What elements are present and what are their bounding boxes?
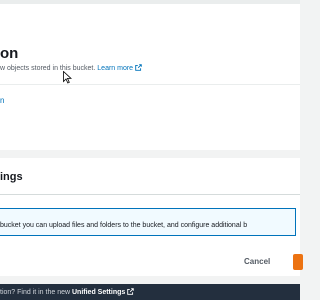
- external-link-icon: [135, 64, 142, 71]
- panel-top-rule: [0, 0, 300, 4]
- blue-link-fragment[interactable]: n: [0, 96, 4, 106]
- description-text: w objects stored in this bucket.: [0, 65, 96, 72]
- mouse-cursor-icon: [63, 71, 72, 84]
- section-title: on: [0, 45, 19, 62]
- bucket-settings-panel: [0, 0, 300, 150]
- primary-action-button[interactable]: [293, 254, 303, 270]
- cancel-button[interactable]: Cancel: [244, 257, 270, 267]
- learn-more-label: Learn more: [97, 65, 134, 72]
- footer-prompt-text: tion? Find it in the new: [0, 289, 71, 296]
- upload-divider: [0, 194, 300, 195]
- unified-settings-link[interactable]: Unified Settings: [72, 288, 135, 296]
- info-alert-text: bucket you can upload files and folders …: [0, 222, 248, 229]
- learn-more-link[interactable]: Learn more: [97, 64, 142, 72]
- upload-section-title: ings: [0, 171, 23, 183]
- external-link-icon: [127, 288, 135, 295]
- section-divider: [0, 84, 300, 85]
- unified-settings-label: Unified Settings: [72, 289, 126, 296]
- footer-prompt: tion? Find it in the new Unified Setting…: [0, 288, 135, 297]
- panel-gap: [0, 150, 300, 158]
